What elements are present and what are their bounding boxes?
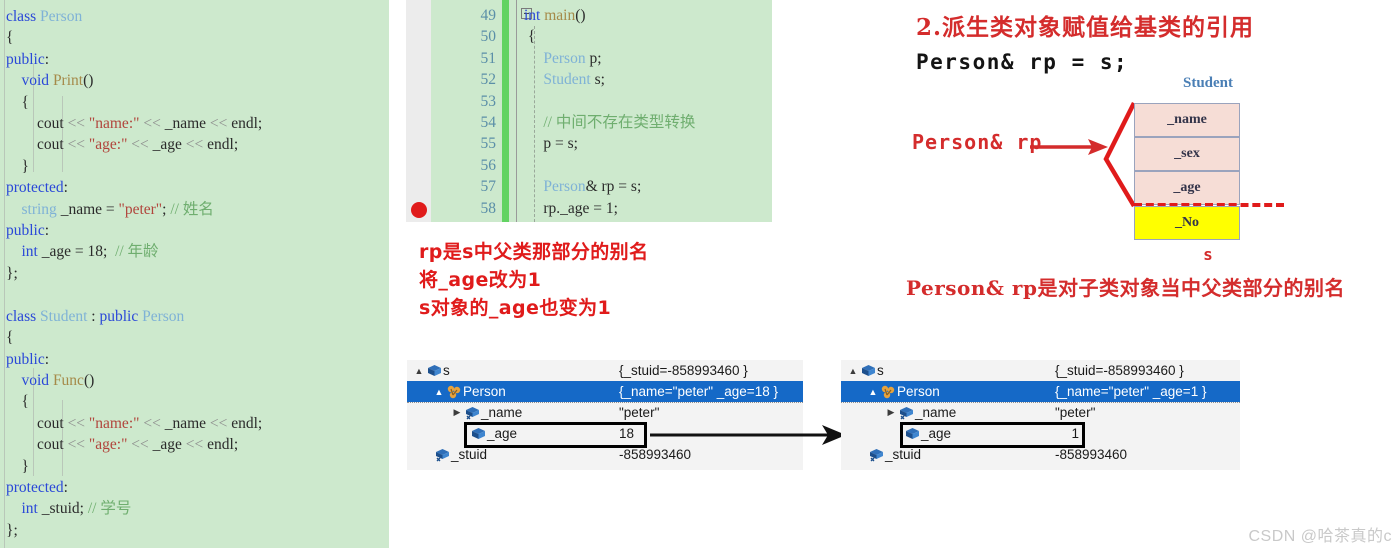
watch-value: "peter": [619, 405, 660, 420]
change-marker-bar: [502, 0, 509, 222]
gutter-divider: [516, 0, 517, 222]
field-icon: [867, 448, 885, 462]
watch-value: {_stuid=-858993460 }: [619, 363, 748, 378]
watch-value: 18: [619, 426, 635, 441]
watch-value: -858993460: [1055, 447, 1128, 462]
watch-value: "peter": [1055, 405, 1096, 420]
cube-icon: [469, 427, 487, 440]
watch-value: {_name="peter" _age=18 }: [619, 384, 778, 399]
braces-icon: [879, 385, 897, 399]
pointer-arrow-icon: [1030, 139, 1108, 155]
watch-row[interactable]: ▶ _name "peter": [841, 402, 1240, 423]
mem-slot-label: _No: [1174, 215, 1200, 230]
field-icon: [463, 406, 481, 420]
cube-icon: [903, 427, 921, 440]
mid-code-text: int main() { Person p; Student s; // 中间不…: [524, 7, 696, 217]
right-red-annotation: Person& rp是对子类对象当中父类部分的别名: [906, 276, 1345, 300]
watch-name: _stuid: [885, 447, 922, 462]
debug-watch-window-before[interactable]: ▲ s {_stuid=-858993460 } ▲ Person {_name…: [407, 360, 803, 470]
watch-value: {_name="peter" _age=1 }: [1055, 384, 1207, 399]
field-icon: [433, 448, 451, 462]
mid-note-line-3: s对象的_age也变为1: [419, 297, 612, 319]
mem-slot-label: _name: [1167, 112, 1207, 127]
memory-layout-diagram: Student _name _sex _age _No s: [1100, 75, 1300, 270]
watch-row[interactable]: ▲ Person {_name="peter" _age=18 }: [407, 381, 803, 402]
watch-row[interactable]: _stuid ⊷ -858993460: [841, 444, 1240, 465]
watch-name: _stuid: [451, 447, 488, 462]
watch-name: s: [877, 363, 884, 378]
expander-icon[interactable]: ▶: [451, 407, 463, 418]
expander-icon[interactable]: ▲: [413, 366, 425, 376]
mem-slot-label: _age: [1173, 180, 1201, 195]
field-icon: [897, 406, 915, 420]
watch-row[interactable]: ▲ s {_stuid=-858993460 }: [407, 360, 803, 381]
expander-icon[interactable]: ▶: [885, 407, 897, 418]
watch-value: {_stuid=-858993460 }: [1055, 363, 1184, 378]
debug-watch-window-after[interactable]: ▲ s {_stuid=-858993460 } ▲ Person {_name…: [841, 360, 1240, 470]
expander-icon[interactable]: ▲: [847, 366, 859, 376]
expander-icon[interactable]: ▲: [867, 387, 879, 397]
section-title: 2.派生类对象赋值给基类的引用: [916, 14, 1255, 41]
mem-slot-name: _name: [1134, 103, 1240, 137]
mid-red-annotation: rp是s中父类那部分的别名 将_age改为1 s对象的_age也变为1: [419, 238, 648, 322]
mem-slot-sex: _sex: [1134, 137, 1240, 171]
editor-gutter[interactable]: [406, 0, 431, 222]
csdn-watermark: CSDN @哈茶真的c: [1248, 528, 1392, 545]
watch-name: s: [443, 363, 450, 378]
slide-canvas: class Person { public: void Print() { co…: [0, 0, 1400, 554]
transition-arrow-icon: [650, 425, 846, 445]
watch-value: 1: [1071, 426, 1079, 441]
breakpoint-icon[interactable]: [411, 202, 427, 218]
watch-name: _name: [481, 405, 523, 420]
left-code-panel[interactable]: class Person { public: void Print() { co…: [0, 0, 389, 548]
mem-slot-no: _No: [1134, 206, 1240, 240]
watch-row[interactable]: ▲ s {_stuid=-858993460 }: [841, 360, 1240, 381]
section-code-line: Person& rp = s;: [916, 50, 1129, 74]
mid-note-line-1: rp是s中父类那部分的别名: [419, 241, 649, 263]
watch-row[interactable]: ▲ Person {_name="peter" _age=1 }: [841, 381, 1240, 402]
left-code-text: class Person { public: void Print() { co…: [6, 8, 263, 539]
mem-slot-age: _age: [1134, 171, 1240, 205]
watch-name: _age: [487, 426, 518, 441]
cube-icon: [859, 364, 877, 377]
watch-name: _name: [915, 405, 957, 420]
diagram-object-caption: s: [1203, 245, 1213, 264]
expander-icon[interactable]: ▲: [433, 387, 445, 397]
mid-code-panel[interactable]: 49 50 51 52 53 54 55 56 57 58 int main()…: [406, 0, 772, 222]
cube-icon: [425, 364, 443, 377]
mid-note-line-2: 将_age改为1: [419, 269, 542, 291]
pointer-label: Person& rp: [912, 130, 1043, 154]
watch-name: Person: [897, 384, 940, 399]
line-number-column: 49 50 51 52 53 54 55 56 57 58: [480, 7, 497, 217]
watch-name: _age: [921, 426, 952, 441]
watch-row[interactable]: _age 1: [841, 423, 1240, 444]
mem-slot-label: _sex: [1174, 146, 1200, 161]
braces-icon: [445, 385, 463, 399]
watch-name: Person: [463, 384, 506, 399]
